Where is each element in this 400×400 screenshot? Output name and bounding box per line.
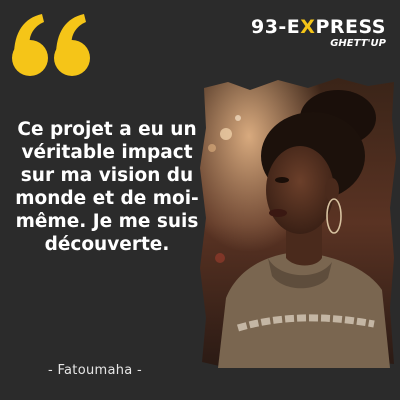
double-quote-icon	[12, 14, 90, 76]
brand-logo: 93-EXPRESS GHETT'UP	[251, 18, 386, 49]
portrait-photo	[200, 78, 396, 368]
brand-name: 93-EXPRESS	[250, 16, 386, 38]
quote-author: - Fatoumaha -	[48, 363, 142, 378]
brand-accent-letter: X	[300, 16, 316, 38]
quote-text: Ce projet a eu un véritable impact sur m…	[15, 119, 199, 255]
brand-subtitle: GHETT'UP	[330, 38, 386, 49]
